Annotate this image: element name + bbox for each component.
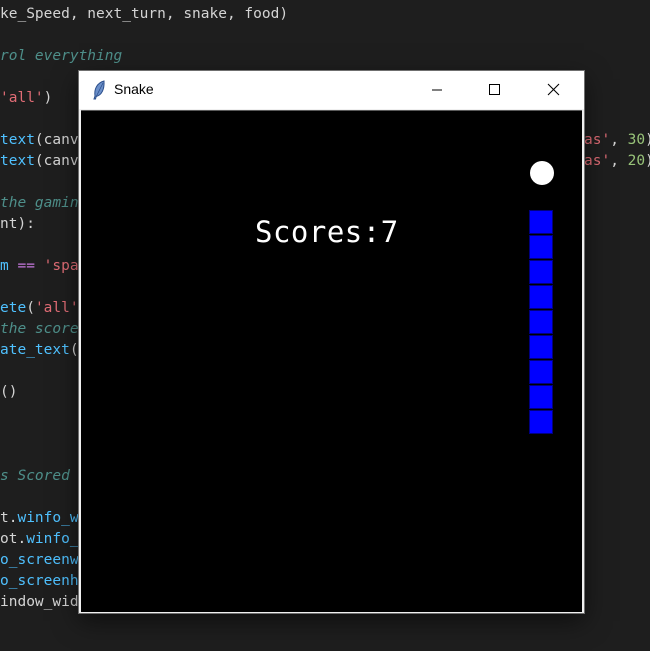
score-text: Scores:7	[255, 215, 399, 249]
feather-icon	[91, 80, 107, 100]
code-token: )	[645, 153, 650, 169]
code-token: text	[0, 132, 35, 148]
code-token: indow_widt	[0, 594, 88, 610]
code-token: as'	[584, 153, 611, 169]
maximize-icon	[489, 84, 500, 95]
close-icon	[547, 83, 560, 96]
code-token: 30	[627, 132, 646, 148]
code-line: nt):	[0, 214, 35, 235]
code-token: 'all'	[34, 300, 79, 316]
code-token: 'spa	[34, 258, 79, 274]
window-titlebar[interactable]: Snake	[79, 71, 584, 109]
code-token: nt):	[0, 216, 35, 232]
code-line: text(canv	[0, 130, 79, 151]
code-token: (	[69, 342, 79, 358]
code-token: text	[0, 153, 35, 169]
code-token: (	[26, 300, 35, 316]
code-line: indow_widt	[0, 592, 87, 613]
code-token: the gamin	[0, 195, 79, 211]
code-token: (canv	[34, 132, 79, 148]
code-token: 20	[627, 153, 646, 169]
snake-segment	[529, 360, 553, 384]
code-token: ()	[0, 384, 18, 400]
code-token: ot.	[0, 531, 27, 547]
code-line: the score	[0, 319, 79, 340]
window-title: Snake	[114, 81, 154, 97]
minimize-icon	[432, 89, 442, 91]
code-line: o_screenh	[0, 571, 79, 592]
code-token: o_screenh	[0, 573, 79, 589]
code-token: m	[0, 258, 18, 274]
snake-segment	[529, 285, 553, 309]
code-token: winfo_w	[17, 510, 79, 526]
code-token: as'	[584, 132, 611, 148]
code-line-right: as', 20)	[584, 151, 650, 172]
code-line-right: as', 30)	[584, 130, 650, 151]
game-canvas[interactable]: Scores:7	[81, 110, 582, 612]
code-line: o_screenw	[0, 550, 79, 571]
code-token: )	[43, 90, 53, 106]
food-pellet	[530, 161, 554, 185]
code-token: ,	[610, 132, 628, 148]
code-token: 'all'	[0, 90, 44, 106]
snake-segment	[529, 335, 553, 359]
code-token: t.	[0, 510, 18, 526]
code-token: ==	[17, 258, 35, 274]
code-token: (canv	[34, 153, 79, 169]
snake-segment	[529, 410, 553, 434]
code-token: the score	[0, 321, 79, 337]
maximize-button[interactable]	[472, 71, 518, 109]
code-token: o_screenw	[0, 552, 79, 568]
code-token: )	[645, 132, 650, 148]
close-button[interactable]	[530, 71, 576, 109]
code-line: ()	[0, 382, 17, 403]
code-token: rol everything	[0, 48, 123, 64]
code-line: m == 'spa	[0, 256, 79, 277]
minimize-button[interactable]	[414, 71, 460, 109]
code-line: ot.winfo_	[0, 529, 79, 550]
code-token: ate_text	[0, 342, 70, 358]
code-token: ,	[610, 153, 628, 169]
code-line: ate_text(	[0, 340, 79, 361]
snake-segment	[529, 210, 553, 234]
code-line: t.winfo_w	[0, 508, 79, 529]
code-line: rol everything	[0, 46, 122, 67]
snake-segment	[529, 235, 553, 259]
snake-segment	[529, 310, 553, 334]
code-line: ete('all'	[0, 298, 79, 319]
code-line: s Scored	[0, 466, 70, 487]
snake-segment	[529, 260, 553, 284]
code-line: the gamin	[0, 193, 79, 214]
code-token: winfo_	[26, 531, 79, 547]
code-line: text(canv	[0, 151, 79, 172]
snake-window: Snake Scores:7	[79, 71, 584, 613]
code-token: s Scored	[0, 468, 70, 484]
snake-segment	[529, 385, 553, 409]
code-line: 'all')	[0, 88, 52, 109]
code-token: ete	[0, 300, 27, 316]
code-line: ke_Speed, next_turn, snake, food)	[0, 4, 288, 25]
code-token: ke_Speed, next_turn, snake, food)	[0, 6, 289, 22]
